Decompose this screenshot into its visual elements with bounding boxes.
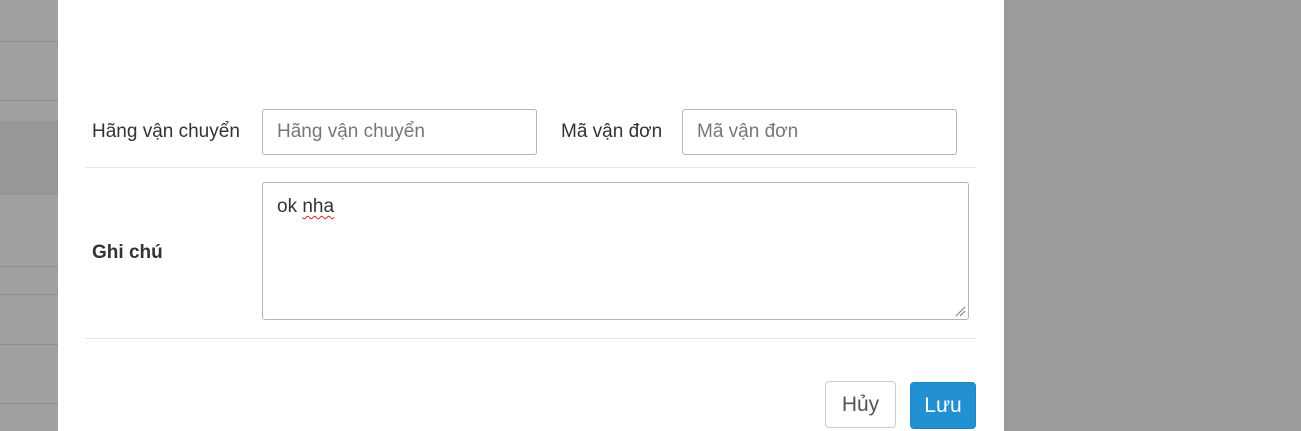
note-textarea[interactable]: ok nha	[262, 182, 969, 320]
divider	[0, 294, 58, 295]
misspelled-word: nha	[302, 196, 335, 217]
divider	[0, 41, 58, 42]
divider	[0, 266, 58, 267]
carrier-label: Hãng vận chuyển	[92, 121, 240, 142]
shipping-info-row: Hãng vận chuyển Mã vận đơn	[85, 100, 976, 168]
note-word: ok	[277, 196, 298, 217]
tracking-number-input[interactable]	[682, 109, 957, 155]
shipping-modal: Hãng vận chuyển Mã vận đơn Ghi chú ok nh…	[58, 0, 1004, 431]
note-row: Ghi chú ok nha	[85, 169, 976, 339]
note-label: Ghi chú	[92, 242, 163, 263]
carrier-input[interactable]	[262, 109, 537, 155]
background-page	[0, 0, 58, 431]
modal-overlay[interactable]	[1004, 0, 1301, 431]
divider	[0, 403, 58, 404]
resize-handle-icon[interactable]	[954, 305, 966, 317]
note-text: ok nha	[277, 196, 334, 218]
cancel-button[interactable]: Hủy	[825, 381, 896, 428]
save-button[interactable]: Lưu	[910, 382, 976, 429]
background-row	[0, 121, 58, 195]
tracking-label: Mã vận đơn	[561, 121, 663, 142]
divider	[0, 344, 58, 345]
divider	[0, 100, 58, 101]
